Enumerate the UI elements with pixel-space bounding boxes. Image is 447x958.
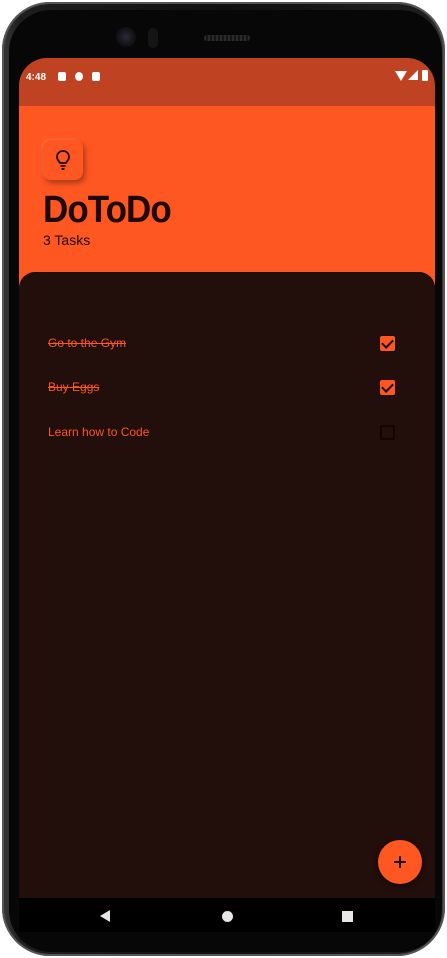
lightbulb-button[interactable] <box>43 140 83 180</box>
add-task-button[interactable] <box>378 840 422 884</box>
task-label: Go to the Gym <box>48 336 127 350</box>
wifi-icon <box>395 71 407 81</box>
phone-frame: 4:48 DoToDo 3 Tasks Go to the Gym Buy Eg… <box>2 2 445 956</box>
earpiece-speaker <box>204 35 250 41</box>
task-count: 3 Tasks <box>43 232 91 248</box>
recents-icon[interactable] <box>342 911 353 922</box>
sd-card-icon <box>92 72 100 81</box>
status-time: 4:48 <box>26 72 47 83</box>
signal-icon <box>408 70 418 80</box>
home-icon[interactable] <box>222 911 233 922</box>
battery-icon <box>422 70 428 81</box>
proximity-sensor <box>148 28 158 48</box>
notification-icon <box>58 72 66 81</box>
notification-icon <box>75 72 83 81</box>
task-checkbox[interactable] <box>380 380 395 395</box>
task-checkbox[interactable] <box>380 425 395 440</box>
app-title: DoToDo <box>43 189 172 231</box>
plus-icon <box>394 856 406 868</box>
navigation-bar <box>19 898 435 932</box>
lightbulb-icon <box>56 150 70 170</box>
status-bar: 4:48 <box>19 58 435 106</box>
task-list-panel: Go to the Gym Buy Eggs Learn how to Code <box>19 272 435 932</box>
list-item[interactable]: Go to the Gym <box>48 332 398 356</box>
task-label: Learn how to Code <box>48 425 150 439</box>
list-item[interactable]: Buy Eggs <box>48 376 398 400</box>
check-icon <box>381 336 394 349</box>
app-header: DoToDo 3 Tasks <box>19 106 435 286</box>
task-label: Buy Eggs <box>48 380 100 394</box>
back-icon[interactable] <box>100 910 110 922</box>
check-icon <box>381 380 394 393</box>
list-item[interactable]: Learn how to Code <box>48 421 398 445</box>
app-screen: 4:48 DoToDo 3 Tasks Go to the Gym Buy Eg… <box>19 58 435 932</box>
front-camera <box>116 27 136 47</box>
task-checkbox[interactable] <box>380 336 395 351</box>
